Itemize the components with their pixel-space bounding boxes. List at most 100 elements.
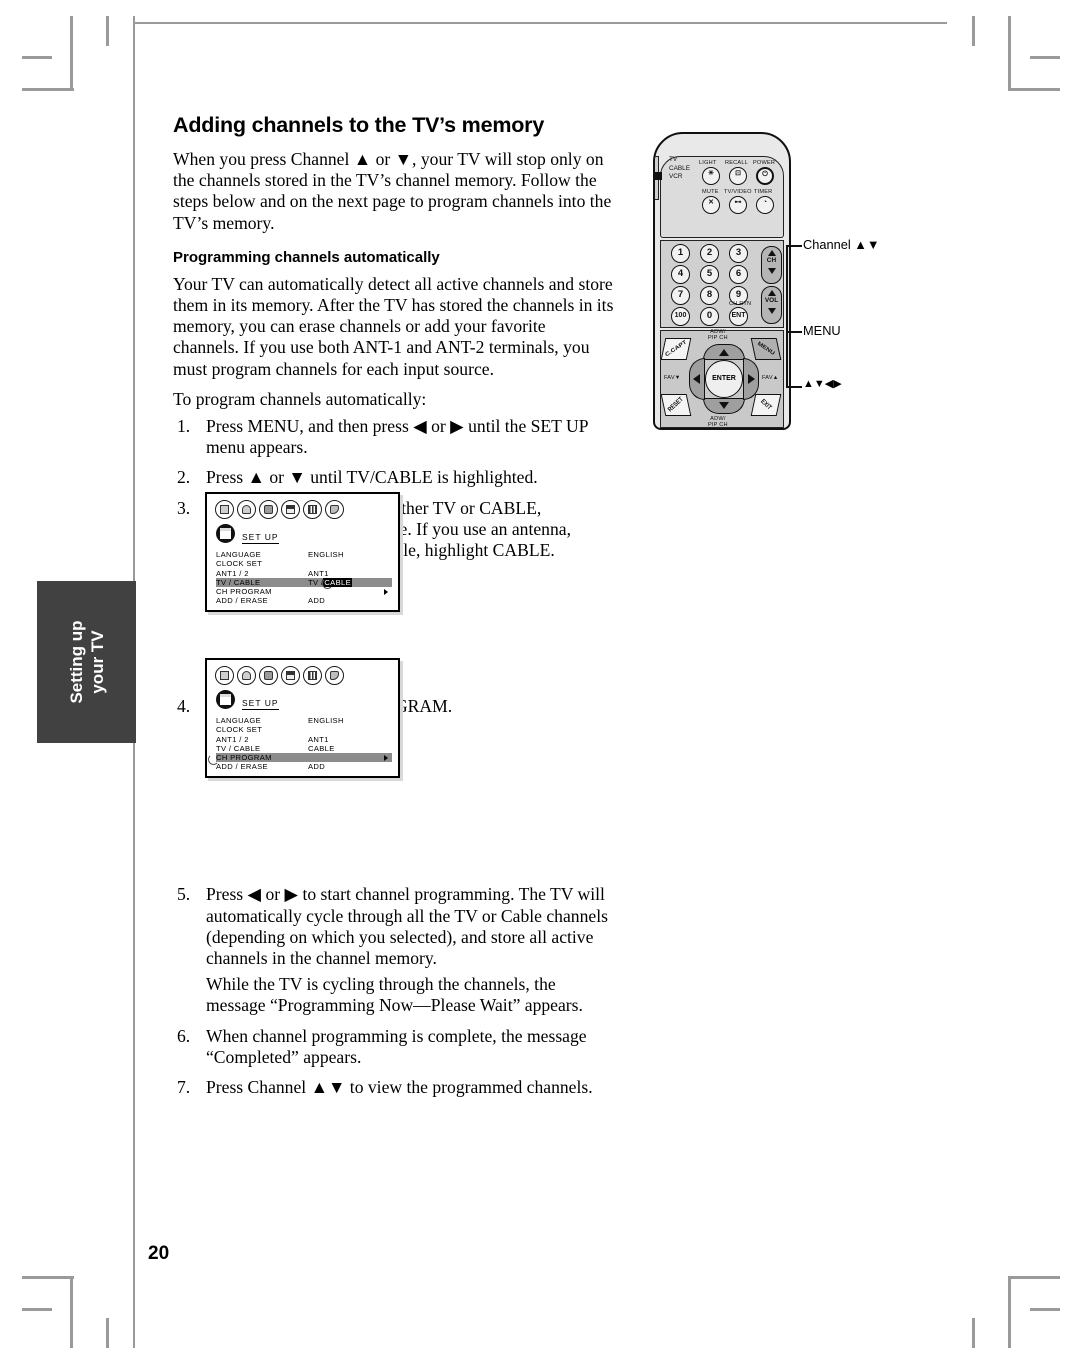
step-text: When channel programming is complete, th… (206, 1025, 587, 1067)
menu-row-label: TV / CABLE (216, 743, 261, 753)
step-item: 5. Press ◀ or ▶ to start channel programm… (173, 884, 615, 1016)
remote-key-2[interactable]: 2 (700, 244, 719, 263)
menu-icon-picture (215, 500, 234, 519)
menu-icon-features (303, 500, 322, 519)
step-number: 6. (177, 1025, 191, 1046)
crop-mark-bottom-right-bleed (972, 1318, 975, 1348)
callout-leader-menu (786, 331, 802, 333)
volume-rocker-label: VOL (764, 297, 779, 304)
menu-icon-lock (325, 500, 344, 519)
menu-row-label: TV / CABLE (216, 577, 261, 587)
dpad-right-icon (748, 374, 755, 384)
remote-button-menu[interactable]: MENU (750, 338, 782, 360)
crop-mark-top-left-h (22, 88, 74, 91)
dpad-down-icon (719, 402, 729, 409)
remote-key-5[interactable]: 5 (700, 265, 719, 284)
menu-category-icon-row (215, 666, 344, 685)
mode-label-tv: TV (669, 156, 678, 163)
crop-mark-bottom-left-v (70, 1276, 73, 1348)
remote-volume-rocker[interactable]: VOL (761, 286, 782, 324)
remote-button-tv-video[interactable]: ⊷ (729, 196, 747, 214)
remote-label-fav-down: FAV▼ (664, 375, 681, 381)
remote-button-reset[interactable]: RESET (660, 394, 692, 416)
mode-label-vcr: VCR (669, 173, 683, 180)
remote-label-ch-return: CH RTN (729, 301, 752, 307)
remote-button-closed-caption[interactable]: C.CAPT (660, 338, 692, 360)
remote-key-6[interactable]: 6 (729, 265, 748, 284)
mode-switch-knob[interactable] (655, 172, 662, 180)
step-item: 1. Press MENU, and then press ◀ or ▶ unti… (173, 416, 615, 458)
menu-icon-lock (325, 666, 344, 685)
dpad-up-button[interactable] (703, 344, 745, 360)
callout-label-menu: MENU (803, 323, 841, 338)
crop-mark-bottom-right-bleed-h (1030, 1308, 1060, 1311)
menu-row-ant: ANT1 / 2 ANT1 (216, 735, 392, 744)
volume-down-icon[interactable] (767, 308, 776, 314)
crop-mark-bottom-right-h (1008, 1276, 1060, 1279)
menu-row-clock-set: CLOCK SET (216, 725, 392, 734)
remote-label-pip-ch-top: ADW/PIP CH (708, 329, 728, 341)
remote-key-4[interactable]: 4 (671, 265, 690, 284)
remote-key-8[interactable]: 8 (700, 286, 719, 305)
menu-row-label: LANGUAGE (216, 716, 261, 725)
remote-channel-rocker[interactable]: CH (761, 246, 782, 284)
remote-button-exit[interactable]: EXIT (750, 394, 782, 416)
menu-row-add-erase: ADD / ERASE ADD (216, 596, 392, 605)
dpad-left-button[interactable] (689, 358, 705, 400)
dpad-down-button[interactable] (703, 398, 745, 414)
menu-row-value: ANT1 (308, 568, 329, 578)
menu-icon-setup (281, 500, 300, 519)
menu-row-add-erase: ADD / ERASE ADD (216, 762, 392, 771)
channel-down-icon[interactable] (767, 268, 776, 274)
remote-key-0[interactable]: 0 (700, 307, 719, 326)
menu-row-ch-program-highlighted: CH PROGRAM (208, 753, 392, 765)
remote-button-light[interactable]: ☀ (702, 167, 720, 185)
menu-row-value: ENGLISH (308, 550, 344, 559)
remote-label-recall: RECALL (725, 160, 748, 166)
menu-icon-setup (281, 666, 300, 685)
step-number: 2. (177, 467, 191, 488)
step-number: 7. (177, 1077, 191, 1098)
crop-mark-top-right-v (1008, 16, 1011, 88)
menu-row-ant: ANT1 / 2 ANT1 (216, 569, 392, 578)
step-number: 1. (177, 416, 191, 437)
remote-key-3[interactable]: 3 (729, 244, 748, 263)
menu-option-list: LANGUAGE ENGLISH CLOCK SET ANT1 / 2 ANT1… (208, 716, 392, 772)
menu-row-label: ANT1 / 2 (216, 734, 249, 744)
menu-row-ch-program: CH PROGRAM (216, 587, 392, 596)
tv-menu-screenshot-setup-tvcable: SET UP LANGUAGE ENGLISH CLOCK SET ANT1 /… (205, 492, 400, 612)
crop-mark-top-right-bleed (972, 16, 975, 46)
crop-mark-top-right-bleed-h (1030, 56, 1060, 59)
remote-button-timer[interactable]: ◔ (756, 196, 774, 214)
dpad-up-icon (719, 349, 729, 356)
channel-rocker-label: CH (766, 257, 777, 264)
remote-key-7[interactable]: 7 (671, 286, 690, 305)
menu-row-label: CH PROGRAM (216, 587, 272, 597)
section-heading: Programming channels automatically (173, 248, 440, 266)
crop-mark-top-left-bleed (106, 16, 109, 46)
menu-row-value: ANT1 (308, 734, 329, 744)
remote-key-100[interactable]: 100 (671, 307, 690, 326)
remote-label-fav-up: FAV▲ (762, 375, 779, 381)
remote-key-1[interactable]: 1 (671, 244, 690, 263)
menu-row-label: LANGUAGE (216, 550, 261, 559)
crop-mark-top-left-v (70, 16, 73, 88)
remote-button-mute[interactable]: ✕ (702, 196, 720, 214)
remote-button-recall[interactable]: ⊡ (729, 167, 747, 185)
menu-row-language: LANGUAGE ENGLISH (216, 550, 392, 559)
step-item: 2. Press ▲ or ▼ until TV/CABLE is highlig… (173, 467, 615, 488)
remote-button-power[interactable]: ⏻ (756, 167, 774, 185)
menu-icon-features (303, 666, 322, 685)
crop-mark-bottom-left-h (22, 1276, 74, 1279)
remote-enter-button[interactable]: ENTER (705, 360, 743, 398)
remote-mode-switch[interactable] (655, 156, 663, 200)
menu-icon-setup-selected (216, 690, 235, 709)
page-number: 20 (148, 1243, 170, 1264)
menu-row-value: ENGLISH (308, 716, 344, 725)
menu-row-clock-set: CLOCK SET (216, 559, 392, 568)
remote-key-enter[interactable]: ENT (729, 307, 748, 326)
menu-icon-setup-selected (216, 524, 235, 543)
callout-leader-channel (786, 245, 802, 247)
menu-row-value: CABLE (308, 743, 335, 753)
remote-direction-pad[interactable]: ENTER (689, 344, 759, 414)
